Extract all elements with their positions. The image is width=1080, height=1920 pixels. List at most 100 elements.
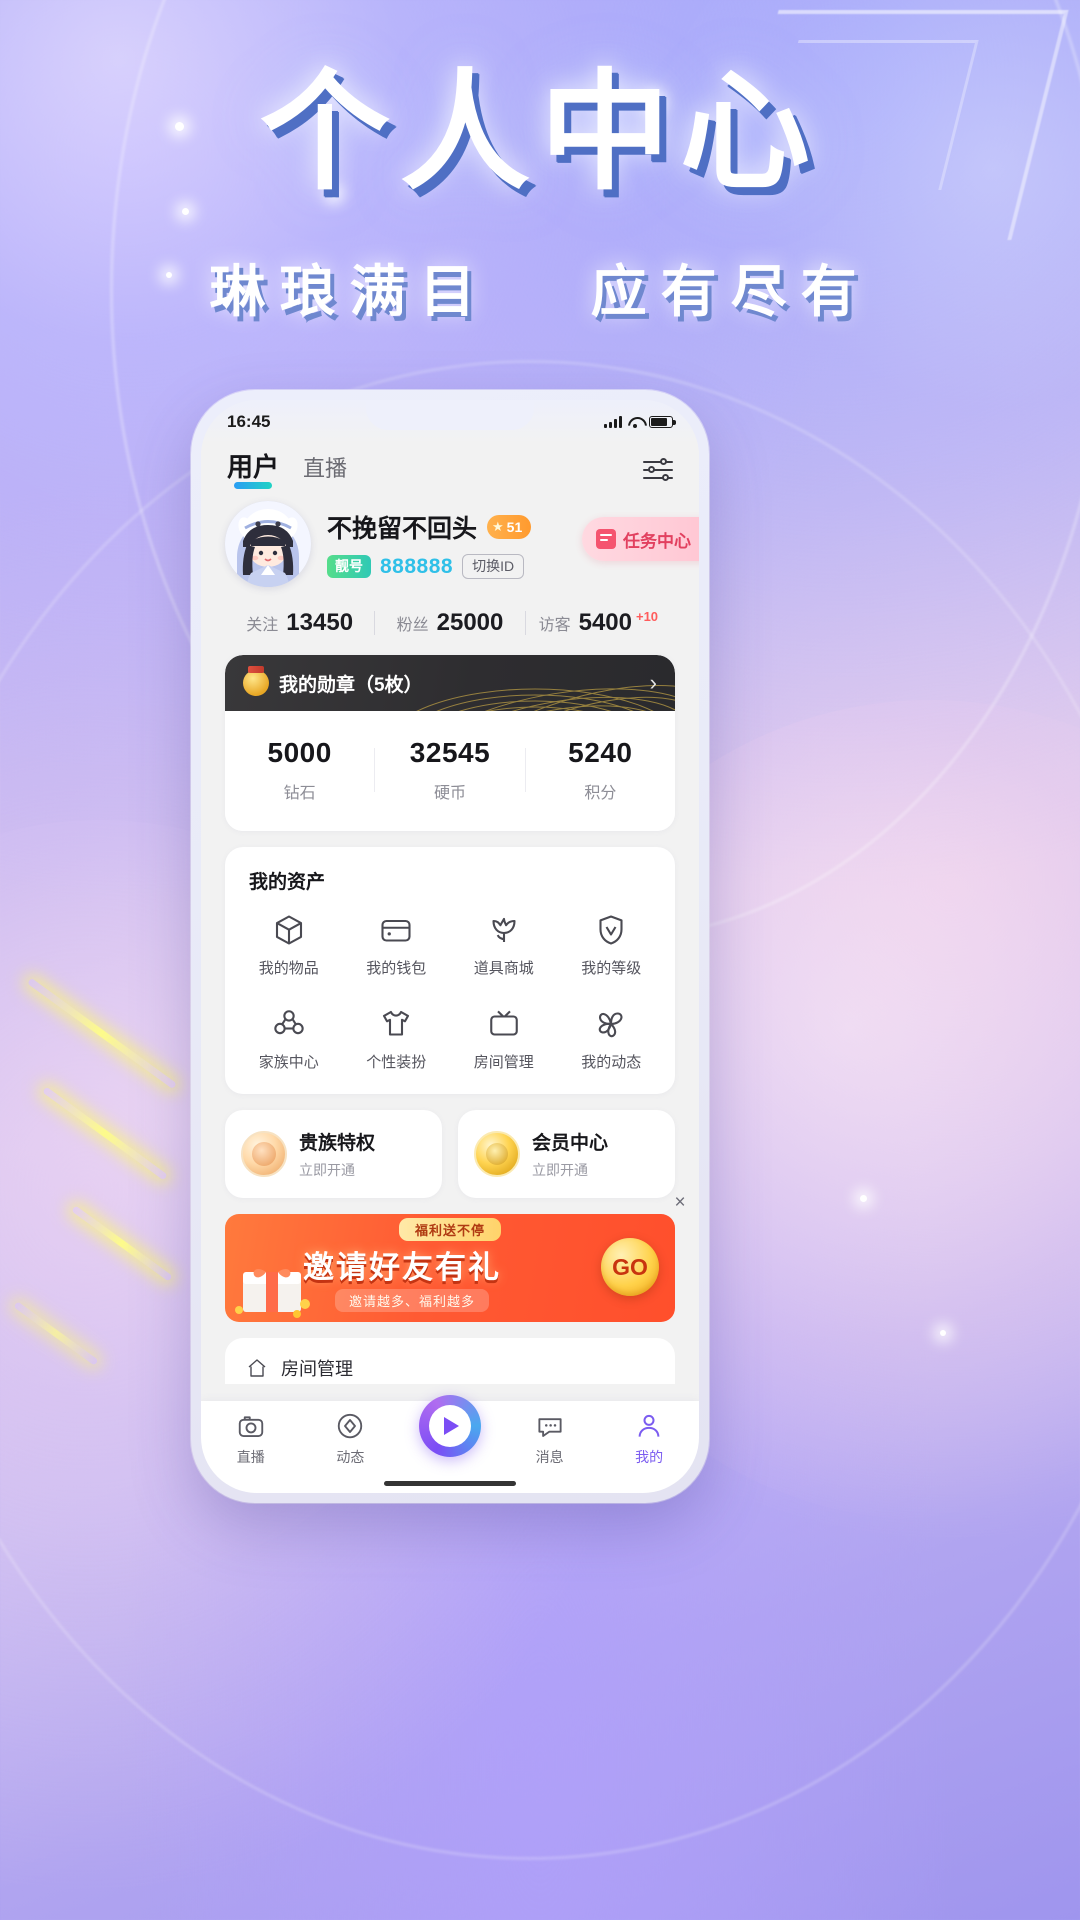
asset-label: 我的等级 [581, 960, 642, 977]
privilege-title: 贵族特权 [299, 1133, 376, 1154]
task-icon [596, 529, 616, 549]
asset-item-prop-store[interactable]: 道具商城 [450, 900, 558, 978]
stat-value: 5400 [578, 609, 632, 636]
stat-label: 访客 [538, 617, 571, 634]
battery-icon [649, 416, 676, 428]
banner-wrapper: × 福利送不停 邀请好友有礼 邀请越多、福利越多 GO [225, 1192, 686, 1322]
partial-room-row[interactable]: 房间管理 [225, 1338, 675, 1384]
neon-streak-3 [71, 1205, 173, 1282]
stats-row: 关注 13450 粉丝 25000 访客 5400 +10 [201, 587, 699, 655]
stat-visitors[interactable]: 访客 5400 +10 [526, 609, 675, 637]
avatar[interactable] [225, 501, 311, 587]
phone-mockup: 16:45 用户 直播 不挽留不回头 ★ 51 靓号 888888 切换ID 任… [191, 390, 709, 1503]
hero-section: 个人中心 琳琅满目 应有尽有 [0, 64, 1080, 328]
asset-label: 个性装扮 [366, 1054, 427, 1071]
close-icon[interactable]: × [669, 1192, 691, 1214]
privilege-subtitle: 立即开通 [532, 1162, 588, 1178]
status-indicators [604, 416, 676, 428]
vip-center-card[interactable]: 会员中心 立即开通 [458, 1110, 675, 1198]
neon-streak-1 [27, 977, 177, 1090]
tulip-icon [486, 912, 522, 948]
asset-item-personal-dressup[interactable]: 个性装扮 [343, 994, 451, 1072]
invite-banner[interactable]: 福利送不停 邀请好友有礼 邀请越多、福利越多 GO [225, 1214, 675, 1322]
subtitle-left: 琳琅满目 [209, 259, 490, 323]
assets-card: 我的资产 我的物品 我的钱包 道具商城 我的等级 家族中心 个性装扮 房间管理 … [225, 847, 675, 1094]
tv-icon [486, 1006, 522, 1042]
wallet-value: 5240 [568, 737, 633, 768]
wallet-label: 积分 [584, 785, 617, 802]
stat-fans[interactable]: 粉丝 25000 [375, 609, 524, 637]
asset-item-my-level[interactable]: 我的等级 [558, 900, 666, 978]
medal-icon [243, 666, 269, 696]
nav-label: 我的 [635, 1449, 664, 1465]
asset-item-my-wallet[interactable]: 我的钱包 [343, 900, 451, 978]
asset-label: 我的动态 [581, 1054, 642, 1071]
banner-go-button[interactable]: GO [601, 1238, 659, 1296]
wallet-value: 5000 [267, 737, 332, 768]
nav-label: 消息 [535, 1449, 564, 1465]
tshirt-icon [378, 1006, 414, 1042]
medal-decorative-lines [414, 684, 675, 711]
neon-streak-4 [13, 1301, 99, 1366]
banner-headline: 邀请好友有礼 [303, 1250, 501, 1285]
privileges-row: 贵族特权 立即开通 会员中心 立即开通 [225, 1110, 675, 1198]
app-content: 用户 直播 不挽留不回头 ★ 51 靓号 888888 切换ID 任务中心 关注… [201, 444, 699, 1401]
wallet-points[interactable]: 5240 积分 [526, 737, 675, 803]
nav-messages[interactable]: 消息 [500, 1411, 600, 1467]
sliders-icon[interactable] [643, 458, 673, 482]
nav-live[interactable]: 直播 [201, 1411, 301, 1467]
gift-box-icon [235, 1268, 310, 1318]
phone-screen: 16:45 用户 直播 不挽留不回头 ★ 51 靓号 888888 切换ID 任… [201, 400, 699, 1493]
tab-user[interactable]: 用户 [227, 454, 279, 487]
pinwheel-icon [593, 1006, 629, 1042]
wallet-coin[interactable]: 32545 硬币 [375, 737, 524, 803]
asset-item-my-items[interactable]: 我的物品 [235, 900, 343, 978]
play-triangle-icon [444, 1417, 460, 1435]
play-button-icon[interactable] [418, 1395, 481, 1457]
nav-moments[interactable]: 动态 [301, 1411, 401, 1467]
medal-title: 我的勋章（5枚） [279, 674, 423, 696]
phone-notch [366, 400, 534, 430]
chevron-right-icon: › [649, 670, 657, 695]
asset-item-room-management[interactable]: 房间管理 [450, 994, 558, 1072]
play-button-inner [428, 1405, 471, 1447]
nav-label: 动态 [336, 1449, 365, 1465]
switch-id-button[interactable]: 切换ID [462, 554, 525, 579]
wallet-label: 钻石 [283, 785, 316, 802]
noble-privilege-card[interactable]: 贵族特权 立即开通 [225, 1110, 442, 1198]
stat-following[interactable]: 关注 13450 [225, 609, 374, 637]
banner-ribbon: 福利送不停 [398, 1218, 502, 1241]
diamond-icon [335, 1411, 365, 1441]
privilege-title: 会员中心 [532, 1133, 609, 1154]
top-bar: 用户 直播 [201, 444, 699, 491]
task-center-label: 任务中心 [623, 531, 691, 551]
subtitle-right: 应有尽有 [590, 259, 871, 323]
house-icon [245, 1356, 269, 1380]
wifi-icon [628, 417, 643, 428]
medal-header[interactable]: 我的勋章（5枚） › [225, 655, 675, 711]
wallet-value: 32545 [409, 737, 491, 768]
profile-header: 不挽留不回头 ★ 51 靓号 888888 切换ID 任务中心 [201, 491, 699, 587]
cards-container: 我的勋章（5枚） › 5000 钻石 32545 硬币 5240 积分 我的资产… [201, 655, 699, 1384]
asset-item-family-center[interactable]: 家族中心 [235, 994, 343, 1072]
tab-live[interactable]: 直播 [303, 458, 347, 487]
asset-item-my-moments[interactable]: 我的动态 [558, 994, 666, 1072]
box-icon [271, 912, 307, 948]
nav-play[interactable] [400, 1395, 500, 1473]
wallet-icon [378, 912, 414, 948]
nav-mine[interactable]: 我的 [599, 1411, 699, 1467]
home-indicator [384, 1481, 516, 1486]
person-icon [634, 1411, 664, 1441]
partial-row-label: 房间管理 [281, 1359, 353, 1379]
level-badge[interactable]: ★ 51 [487, 515, 532, 539]
wallet-diamond[interactable]: 5000 钻石 [225, 737, 374, 803]
banner-subtext: 邀请越多、福利越多 [335, 1289, 490, 1312]
stat-value: 13450 [286, 609, 354, 636]
camera-icon [236, 1411, 266, 1441]
shield-check-icon [593, 912, 629, 948]
wallet-row: 5000 钻石 32545 硬币 5240 积分 [225, 711, 675, 831]
asset-label: 我的钱包 [366, 960, 427, 977]
asset-label: 房间管理 [473, 1054, 534, 1071]
assets-title: 我的资产 [249, 872, 326, 893]
task-center-button[interactable]: 任务中心 [582, 517, 699, 561]
